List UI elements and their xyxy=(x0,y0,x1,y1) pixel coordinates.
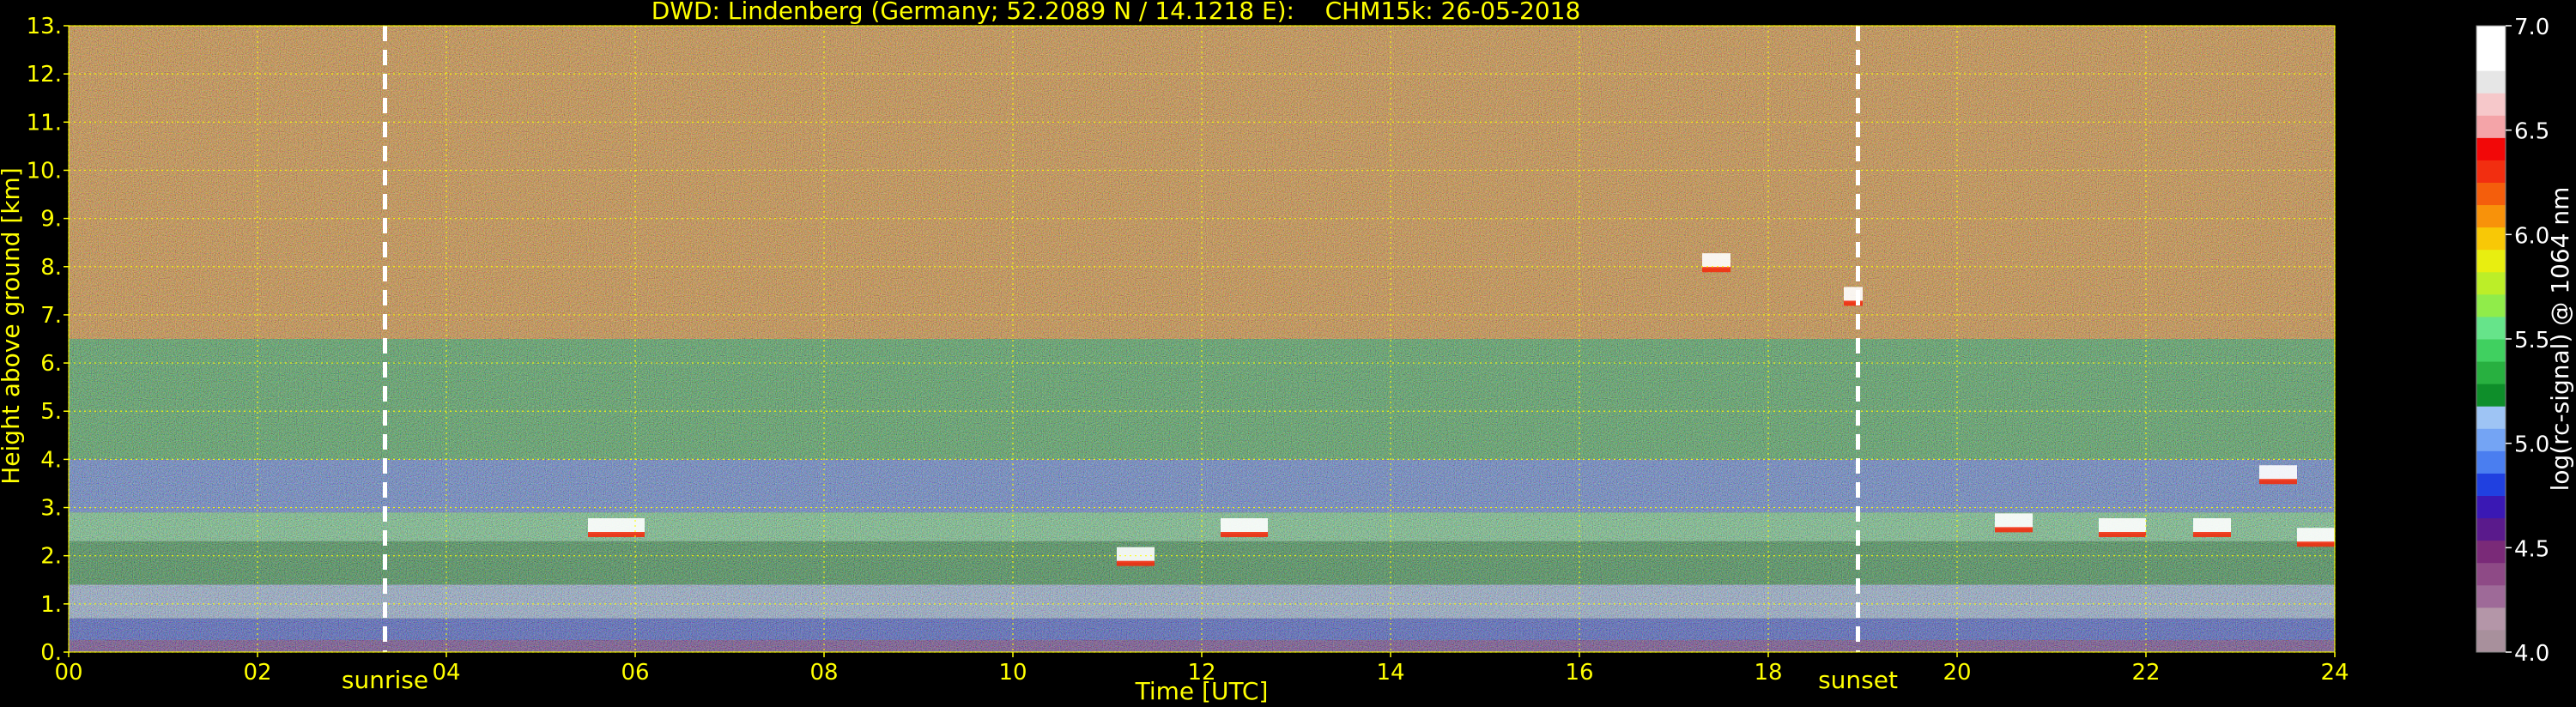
x-tick-label: 24 xyxy=(2320,660,2349,686)
plot-area: sunrise sunset xyxy=(68,25,2336,694)
colorbar-cell xyxy=(2476,316,2506,340)
chart-title: DWD: Lindenberg (Germany; 52.2089 N / 14… xyxy=(652,0,1581,25)
y-axis-label: Height above ground [km] xyxy=(0,167,25,485)
colorbar-cell xyxy=(2476,249,2506,273)
colorbar-ticks: 4.0 4.5 5.0 5.5 6.0 6.5 7.0 xyxy=(2506,15,2549,667)
colorbar-cell xyxy=(2476,48,2506,71)
y-tick-label: 4. xyxy=(40,447,62,473)
y-tick-label: 0. xyxy=(40,640,62,666)
cloud-detection xyxy=(1117,547,1155,563)
colorbar: 4.0 4.5 5.0 5.5 6.0 6.5 7.0 log(rc-signal) @ 1… xyxy=(2476,15,2574,667)
x-tick-label: 04 xyxy=(432,660,460,686)
colorbar-cells xyxy=(2476,26,2506,653)
cloud-base xyxy=(2259,479,2297,485)
cloud-detection xyxy=(588,518,645,534)
colorbar-cell xyxy=(2476,339,2506,362)
colorbar-label: log(rc-signal) @ 1064 nm xyxy=(2546,187,2574,492)
colorbar-tick-label: 5.5 xyxy=(2514,328,2549,354)
y-tick-label: 7. xyxy=(40,303,62,329)
colorbar-cell xyxy=(2476,562,2506,586)
y-axis: 0. 1. 2. 3. 4. 5. 6. 7. 8. 9. 10. 11. 12. 13. xyxy=(27,14,69,666)
colorbar-tick-label: 5.0 xyxy=(2514,432,2549,458)
cloud-detection xyxy=(1702,253,1730,269)
y-tick-label: 5. xyxy=(40,399,62,425)
colorbar-cell xyxy=(2476,182,2506,206)
y-tick-label: 12. xyxy=(27,62,62,88)
colorbar-cell xyxy=(2476,473,2506,496)
colorbar-cell xyxy=(2476,428,2506,451)
cloud-base xyxy=(1117,560,1155,566)
x-tick-label: 14 xyxy=(1376,660,1404,686)
cloud-detection xyxy=(2297,528,2335,544)
colorbar-tick-label: 4.0 xyxy=(2514,641,2549,667)
cloud-base xyxy=(2193,532,2231,537)
x-tick-label: 10 xyxy=(998,660,1027,686)
colorbar-cell xyxy=(2476,271,2506,295)
cloud-detection xyxy=(2193,518,2231,534)
cloud-base xyxy=(1995,527,2033,533)
cloud-base xyxy=(2099,532,2146,537)
colorbar-cell xyxy=(2476,93,2506,116)
cloud-detection xyxy=(2099,518,2146,534)
colorbar-tick-label: 7.0 xyxy=(2514,15,2549,40)
x-tick-label: 08 xyxy=(809,660,838,686)
cloud-detection xyxy=(1221,518,1268,534)
y-tick-label: 8. xyxy=(40,255,62,281)
y-tick-label: 6. xyxy=(40,351,62,377)
colorbar-cell xyxy=(2476,204,2506,228)
y-tick-label: 9. xyxy=(40,207,62,233)
x-tick-label: 06 xyxy=(621,660,649,686)
colorbar-cell xyxy=(2476,70,2506,94)
colorbar-tick-label: 6.0 xyxy=(2514,223,2549,249)
x-tick-label: 20 xyxy=(1943,660,1971,686)
colorbar-cell xyxy=(2476,450,2506,474)
cloud-base xyxy=(2297,541,2335,547)
y-tick-label: 11. xyxy=(27,110,62,136)
lidar-chart: sunrise sunset 00 02 04 06 08 10 12 14 16 18 20 22 24… xyxy=(0,0,2574,705)
colorbar-cell xyxy=(2476,160,2506,183)
y-tick-label: 2. xyxy=(40,544,62,570)
y-tick-label: 1. xyxy=(40,592,62,618)
y-tick-label: 3. xyxy=(40,496,62,522)
x-axis-label: Time [UTC] xyxy=(1135,677,1269,705)
colorbar-cell xyxy=(2476,384,2506,407)
colorbar-cell xyxy=(2476,517,2506,541)
colorbar-cell xyxy=(2476,629,2506,653)
y-tick-label: 13. xyxy=(27,14,62,39)
sunrise-label: sunrise xyxy=(342,666,428,694)
cloud-base xyxy=(588,532,645,537)
y-tick-label: 10. xyxy=(27,158,62,184)
x-tick-label: 22 xyxy=(2131,660,2160,686)
colorbar-tick-label: 4.5 xyxy=(2514,536,2549,562)
x-tick-label: 18 xyxy=(1754,660,1782,686)
colorbar-cell xyxy=(2476,607,2506,631)
cloud-base xyxy=(1221,532,1268,537)
colorbar-cell xyxy=(2476,540,2506,564)
colorbar-cell xyxy=(2476,584,2506,608)
cloud-detection xyxy=(1995,513,2033,529)
colorbar-cell xyxy=(2476,137,2506,160)
sunset-label: sunset xyxy=(1818,666,1898,694)
colorbar-cell xyxy=(2476,26,2506,49)
colorbar-cell xyxy=(2476,406,2506,429)
colorbar-cell xyxy=(2476,361,2506,384)
colorbar-cell xyxy=(2476,115,2506,138)
colorbar-cell xyxy=(2476,495,2506,519)
cloud-base xyxy=(1702,267,1730,273)
colorbar-cell xyxy=(2476,227,2506,251)
colorbar-tick-label: 6.5 xyxy=(2514,119,2549,145)
x-tick-label: 02 xyxy=(243,660,271,686)
colorbar-cell xyxy=(2476,293,2506,317)
x-tick-label: 16 xyxy=(1565,660,1593,686)
cloud-detection xyxy=(2259,465,2297,481)
